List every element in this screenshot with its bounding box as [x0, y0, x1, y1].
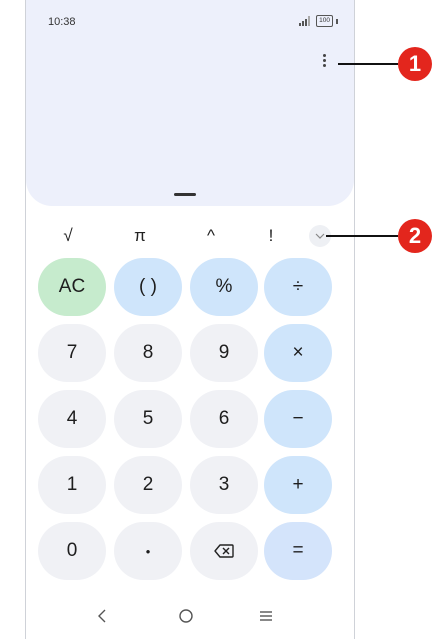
digit-3-button[interactable]: 3 [190, 456, 258, 514]
digit-8-button[interactable]: 8 [114, 324, 182, 382]
more-vert-icon[interactable] [318, 54, 330, 72]
digit-1-button[interactable]: 1 [38, 456, 106, 514]
result-display: 10:38 100 [26, 0, 354, 206]
plus-button[interactable]: + [264, 456, 332, 514]
pi-button[interactable]: π [123, 222, 157, 250]
battery-icon: 100 [316, 15, 333, 27]
clear-button[interactable]: AC [38, 258, 106, 316]
equals-button[interactable]: = [264, 522, 332, 580]
status-icons: 100 [299, 15, 338, 27]
battery-tip [336, 18, 338, 24]
factorial-button[interactable]: ! [254, 222, 288, 250]
status-time: 10:38 [48, 16, 76, 28]
percent-button[interactable]: % [190, 258, 258, 316]
decimal-button[interactable]: • [114, 522, 182, 580]
calculator-screen: 10:38 100 √ π ^ ! AC ( ) % ÷ 7 8 9 × 4 5… [25, 0, 355, 639]
drag-handle[interactable] [174, 193, 196, 196]
digit-6-button[interactable]: 6 [190, 390, 258, 448]
callout-line-2 [326, 235, 398, 237]
callout-badge-2: 2 [398, 219, 432, 253]
minus-button[interactable]: − [264, 390, 332, 448]
signal-icon [299, 16, 313, 26]
multiply-button[interactable]: × [264, 324, 332, 382]
callout-line-1 [338, 63, 398, 65]
recents-icon[interactable] [254, 604, 278, 628]
callout-badge-1: 1 [398, 47, 432, 81]
home-icon[interactable] [174, 604, 198, 628]
backspace-icon [214, 544, 234, 558]
parentheses-button[interactable]: ( ) [114, 258, 182, 316]
backspace-button[interactable] [190, 522, 258, 580]
divide-button[interactable]: ÷ [264, 258, 332, 316]
digit-9-button[interactable]: 9 [190, 324, 258, 382]
power-button[interactable]: ^ [194, 222, 228, 250]
back-icon[interactable] [90, 604, 114, 628]
navigation-bar [26, 604, 354, 628]
digit-5-button[interactable]: 5 [114, 390, 182, 448]
digit-0-button[interactable]: 0 [38, 522, 106, 580]
sqrt-button[interactable]: √ [51, 222, 85, 250]
function-row: √ π ^ ! [26, 222, 354, 250]
digit-4-button[interactable]: 4 [38, 390, 106, 448]
chevron-down-icon [315, 233, 325, 239]
digit-2-button[interactable]: 2 [114, 456, 182, 514]
digit-7-button[interactable]: 7 [38, 324, 106, 382]
